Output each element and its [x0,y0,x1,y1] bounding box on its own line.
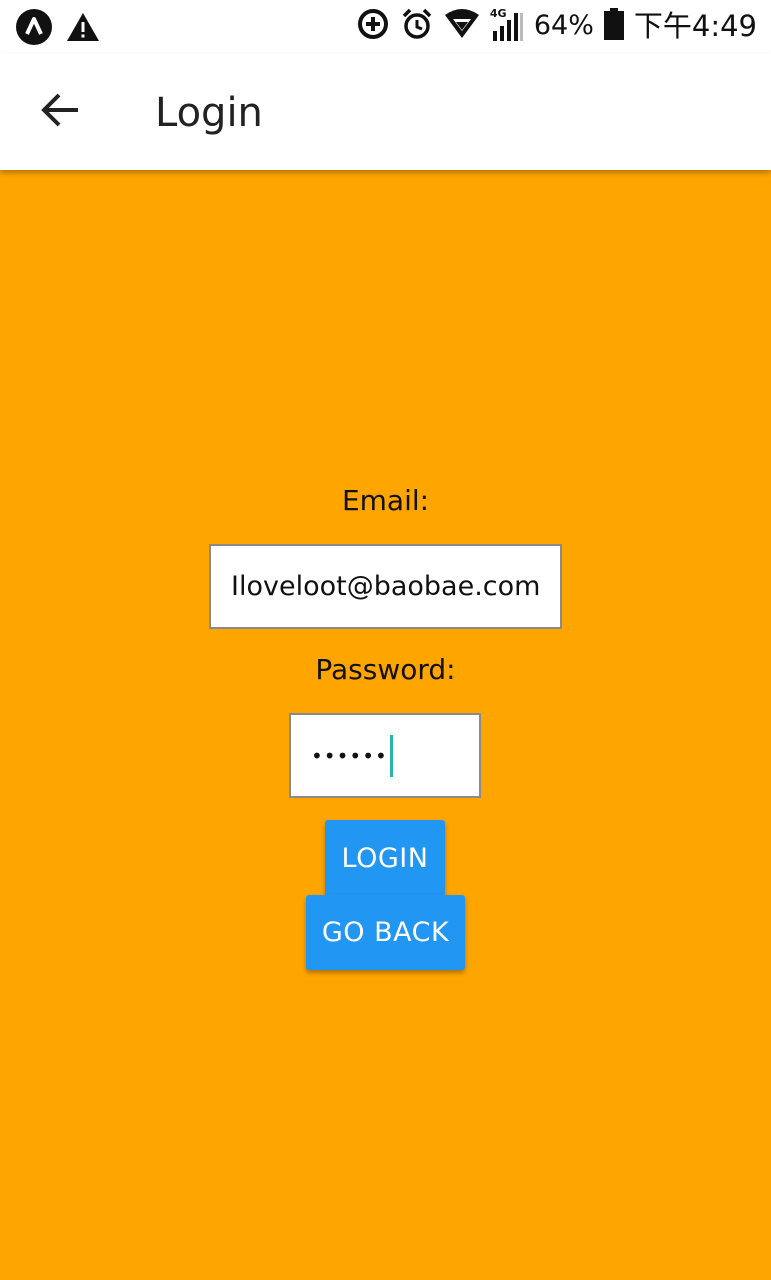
alarm-icon [400,7,434,45]
login-form: Email: Iloveloot@baobae.com Password: ••… [0,170,771,1280]
email-label: Email: [341,484,430,517]
password-value: •••••• [311,743,388,768]
arrow-left-icon [40,92,80,132]
status-bar: 4G 64% 下午4:49 [0,0,771,54]
page-title: Login [155,90,263,136]
go-back-button[interactable]: GO BACK [306,895,465,970]
battery-icon [603,8,624,44]
login-button[interactable]: LOGIN [325,820,445,896]
password-label: Password: [315,653,456,686]
data-saver-icon [356,7,390,45]
text-cursor [389,734,393,777]
app-a-icon [16,9,52,49]
email-value: Iloveloot@baobae.com [231,571,541,602]
wifi-icon [444,9,480,43]
app-bar: Login [0,54,771,170]
clock-time: 下午4:49 [633,9,757,43]
status-bar-left [16,9,100,49]
password-field[interactable]: •••••• [289,713,481,798]
status-bar-right: 4G 64% 下午4:49 [356,6,757,46]
battery-percent: 64% [533,10,594,41]
warning-icon [66,11,100,47]
back-button[interactable] [28,80,92,144]
signal-4g-icon: 4G [490,7,524,43]
email-field[interactable]: Iloveloot@baobae.com [209,544,562,629]
